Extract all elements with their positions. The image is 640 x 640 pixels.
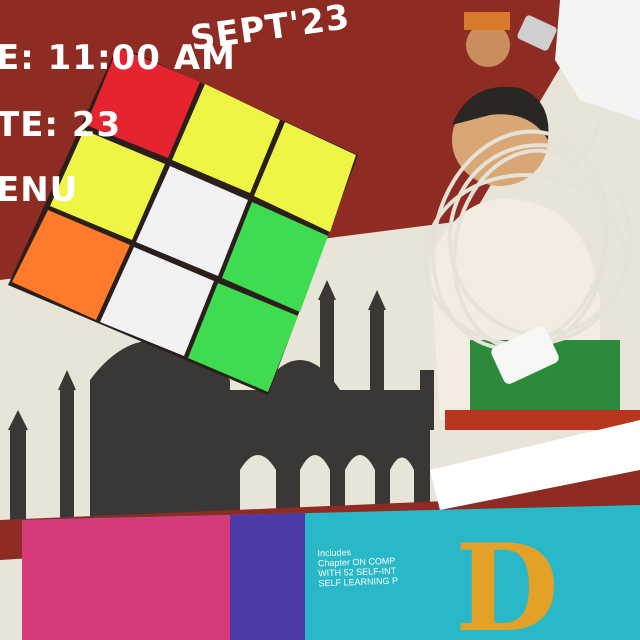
small-figure-illustration — [464, 12, 510, 67]
scene-drawing: D — [0, 0, 640, 640]
book-blurb: Includes Chapter ON COMP WITH 52 SELF-IN… — [317, 546, 398, 588]
book-title-letter: D — [455, 518, 559, 640]
poster-venue-text: ENU — [0, 170, 79, 210]
photo-scene: D E: 11:00 AM SEPT'23 TE: 23 ENU Include… — [0, 0, 640, 640]
poster-date-text: TE: 23 — [0, 105, 122, 145]
